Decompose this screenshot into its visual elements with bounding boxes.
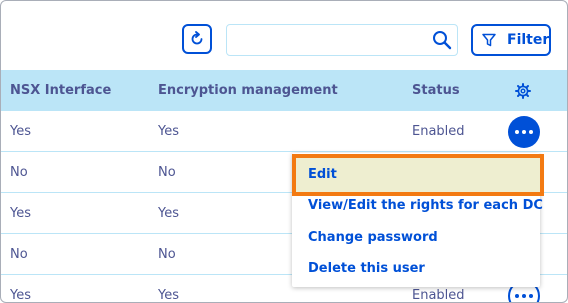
column-header-nsx-interface[interactable]: NSX Interface bbox=[10, 83, 111, 98]
cell-nsx-interface: Yes bbox=[10, 206, 31, 221]
cell-nsx-interface: Yes bbox=[10, 288, 31, 303]
cell-encryption-management: No bbox=[158, 247, 176, 262]
menu-item-delete-user[interactable]: Delete this user bbox=[292, 254, 540, 284]
table-row: Yes Yes Enabled bbox=[1, 111, 567, 152]
cell-status: Enabled bbox=[412, 288, 465, 303]
menu-item-label: Edit bbox=[308, 167, 337, 182]
row-actions-button[interactable] bbox=[508, 116, 540, 148]
row-actions-menu: Edit View/Edit the rights for each DC Ch… bbox=[292, 153, 544, 287]
search-box bbox=[226, 24, 458, 56]
table-header: NSX Interface Encryption management Stat… bbox=[1, 70, 567, 111]
menu-item-label: Delete this user bbox=[308, 261, 425, 276]
cell-encryption-management: Yes bbox=[158, 206, 179, 221]
column-header-status[interactable]: Status bbox=[412, 83, 460, 98]
more-icon bbox=[515, 294, 533, 298]
menu-item-view-edit-rights[interactable]: View/Edit the rights for each DC bbox=[292, 191, 543, 221]
menu-item-change-password[interactable]: Change password bbox=[292, 223, 540, 253]
gear-icon[interactable] bbox=[515, 83, 531, 99]
column-header-encryption-management[interactable]: Encryption management bbox=[158, 83, 338, 98]
menu-item-label: View/Edit the rights for each DC bbox=[308, 198, 543, 213]
menu-item-edit[interactable]: Edit bbox=[292, 154, 544, 196]
users-panel: Filter NSX Interface Encryption manageme… bbox=[0, 0, 568, 303]
cell-nsx-interface: No bbox=[10, 247, 28, 262]
menu-item-label: Change password bbox=[308, 230, 438, 245]
cell-nsx-interface: No bbox=[10, 165, 28, 180]
refresh-icon bbox=[191, 31, 203, 45]
search-input[interactable] bbox=[233, 29, 427, 53]
more-icon bbox=[515, 130, 533, 134]
cell-encryption-management: No bbox=[158, 165, 176, 180]
search-icon[interactable] bbox=[432, 30, 452, 50]
cell-encryption-management: Yes bbox=[158, 124, 179, 139]
refresh-button[interactable] bbox=[182, 24, 212, 54]
filter-label: Filter bbox=[507, 32, 550, 48]
funnel-icon bbox=[482, 33, 496, 47]
cell-nsx-interface: Yes bbox=[10, 124, 31, 139]
cell-status: Enabled bbox=[412, 124, 465, 139]
toolbar: Filter bbox=[1, 1, 567, 69]
filter-button[interactable]: Filter bbox=[471, 24, 551, 56]
cell-encryption-management: Yes bbox=[158, 288, 179, 303]
